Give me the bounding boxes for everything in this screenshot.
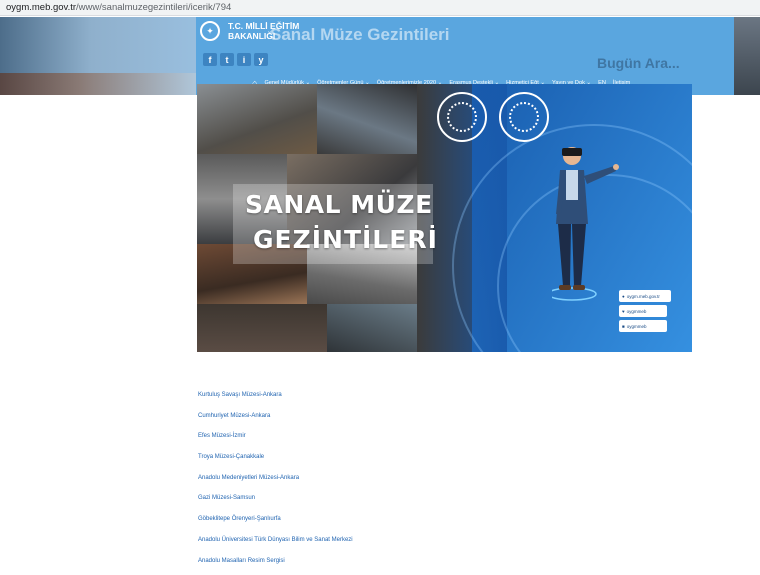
museum-link[interactable]: Göbeklitepe Örenyeri-Şanlıurfa <box>198 516 281 522</box>
banner-contact-instagram[interactable]: ■ oygmmeb <box>619 320 667 332</box>
header-left-photo <box>0 73 196 95</box>
youtube-icon[interactable]: y <box>254 53 268 66</box>
list-item: Anadolu Masalları Resim Sergisi <box>198 555 353 575</box>
banner-title-line2: GEZİNTİLERİ <box>253 225 438 254</box>
banner-contact-text: oygmmeb <box>627 324 647 329</box>
museum-link[interactable]: Kurtuluş Savaşı Müzesi-Ankara <box>198 392 282 398</box>
url-path: /www/sanalmuzegezintileri/icerik/794 <box>76 2 231 13</box>
museum-link[interactable]: Anadolu Üniversitesi Türk Dünyası Bilim … <box>198 537 353 543</box>
social-links: f t i y <box>203 53 268 66</box>
banner-contacts: ● oygm.meb.gov.tr ♥ oygmmeb ■ oygmmeb <box>619 290 671 332</box>
vr-headset-person-icon <box>552 144 652 304</box>
museum-link[interactable]: Efes Müzesi-İzmir <box>198 433 246 439</box>
banner-contact-text: oygm.meb.gov.tr <box>627 294 660 299</box>
museum-link[interactable]: Gazi Müzesi-Samsun <box>198 495 255 501</box>
site-title: Sanal Müze Gezintileri <box>270 25 450 45</box>
facebook-icon[interactable]: f <box>203 53 217 66</box>
directorate-seal-icon <box>499 92 549 142</box>
list-item: Anadolu Medeniyetleri Müzesi-Ankara <box>198 472 353 493</box>
twitter-icon[interactable]: t <box>220 53 234 66</box>
virtual-museum-banner: SANAL MÜZE GEZİNTİLERİ ● oygm.meb.gov.tr… <box>197 84 692 352</box>
twitter-icon: ♥ <box>622 309 625 314</box>
banner-title-line1: SANAL MÜZE <box>245 190 433 219</box>
list-item: Göbeklitepe Örenyeri-Şanlıurfa <box>198 513 353 534</box>
list-item: Efes Müzesi-İzmir <box>198 430 353 451</box>
camera-icon: ■ <box>622 324 625 329</box>
museum-link[interactable]: Anadolu Medeniyetleri Müzesi-Ankara <box>198 475 299 481</box>
globe-icon: ● <box>622 294 625 299</box>
museum-link[interactable]: Anadolu Masalları Resim Sergisi <box>198 558 285 564</box>
banner-contact-twitter[interactable]: ♥ oygmmeb <box>619 305 667 317</box>
url-host: oygm.meb.gov.tr <box>6 2 76 13</box>
museum-link[interactable]: Cumhuriyet Müzesi-Ankara <box>198 413 270 419</box>
instagram-icon[interactable]: i <box>237 53 251 66</box>
meb-seal-icon <box>437 92 487 142</box>
ministry-logo-icon[interactable]: ✦ <box>200 21 220 41</box>
list-item: Cumhuriyet Müzesi-Ankara <box>198 410 353 431</box>
header-ghost-text: Bugün Ara... <box>597 55 680 71</box>
list-item: Troya Müzesi-Çanakkale <box>198 451 353 472</box>
museum-link-list: Kurtuluş Savaşı Müzesi-Ankara Cumhuriyet… <box>198 389 353 575</box>
header-right-photo <box>734 17 760 95</box>
address-bar[interactable]: oygm.meb.gov.tr/www/sanalmuzegezintileri… <box>0 0 760 16</box>
banner-contact-text: oygmmeb <box>627 309 647 314</box>
list-item: Gazi Müzesi-Samsun <box>198 492 353 513</box>
banner-contact-website[interactable]: ● oygm.meb.gov.tr <box>619 290 671 302</box>
list-item: Anadolu Üniversitesi Türk Dünyası Bilim … <box>198 534 353 555</box>
museum-link[interactable]: Troya Müzesi-Çanakkale <box>198 454 264 460</box>
list-item: Kurtuluş Savaşı Müzesi-Ankara <box>198 389 353 410</box>
